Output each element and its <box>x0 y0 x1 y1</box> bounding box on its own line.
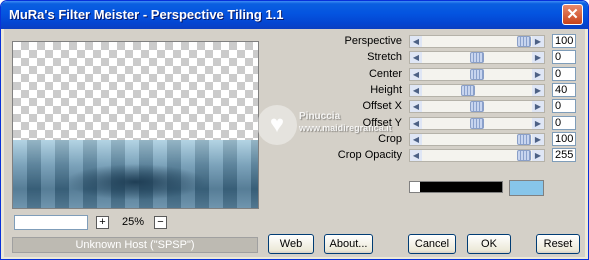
offset-x-slider[interactable]: ◀ ▶ <box>409 100 545 113</box>
crop-label: Crop <box>378 133 402 145</box>
arrow-right-icon[interactable]: ▶ <box>532 85 544 96</box>
arrow-left-icon[interactable]: ◀ <box>410 52 422 63</box>
perspective-tile-floor <box>13 140 258 208</box>
color-swatch-bar[interactable] <box>409 181 503 193</box>
zoom-out-button[interactable]: − <box>154 216 167 229</box>
center-label: Center <box>368 68 402 80</box>
crop-opacity-slider[interactable]: ◀ ▶ <box>409 149 545 162</box>
perspective-slider-thumb[interactable] <box>517 36 531 47</box>
perspective-value-field[interactable]: 100 <box>552 34 576 48</box>
about-button[interactable]: About... <box>324 234 373 254</box>
crop-opacity-label: Crop Opacity <box>337 149 402 161</box>
close-button[interactable]: ✕ <box>562 4 583 25</box>
offset-y-slider-thumb[interactable] <box>470 118 484 129</box>
arrow-right-icon[interactable]: ▶ <box>532 118 544 129</box>
filter-window: MuRa's Filter Meister - Perspective Tili… <box>0 0 589 260</box>
height-slider-thumb[interactable] <box>461 85 475 96</box>
color-swatch[interactable] <box>509 180 544 196</box>
arrow-right-icon[interactable]: ▶ <box>532 101 544 112</box>
zoom-in-button[interactable]: + <box>96 216 109 229</box>
perspective-slider[interactable]: ◀ ▶ <box>409 35 545 48</box>
offset-x-label: Offset X <box>362 100 402 112</box>
color-swatch-small[interactable] <box>410 182 420 192</box>
arrow-left-icon[interactable]: ◀ <box>410 150 422 161</box>
offset-x-value-field[interactable]: 0 <box>552 99 576 113</box>
stretch-value-field[interactable]: 0 <box>552 50 576 64</box>
offset-x-slider-thumb[interactable] <box>470 101 484 112</box>
arrow-left-icon[interactable]: ◀ <box>410 69 422 80</box>
arrow-left-icon[interactable]: ◀ <box>410 118 422 129</box>
center-value-field[interactable]: 0 <box>552 67 576 81</box>
arrow-left-icon[interactable]: ◀ <box>410 101 422 112</box>
cancel-button[interactable]: Cancel <box>408 234 456 254</box>
perspective-label: Perspective <box>344 35 402 47</box>
crop-slider-thumb[interactable] <box>517 134 531 145</box>
offset-y-label: Offset Y <box>362 117 402 129</box>
arrow-left-icon[interactable]: ◀ <box>410 36 422 47</box>
offset-y-slider[interactable]: ◀ ▶ <box>409 117 545 130</box>
preview-name-field[interactable] <box>14 215 88 230</box>
center-slider[interactable]: ◀ ▶ <box>409 68 545 81</box>
arrow-left-icon[interactable]: ◀ <box>410 85 422 96</box>
crop-opacity-value-field[interactable]: 255 <box>552 148 576 162</box>
crop-value-field[interactable]: 100 <box>552 132 576 146</box>
transparency-checkerboard <box>13 42 258 140</box>
crop-slider[interactable]: ◀ ▶ <box>409 133 545 146</box>
arrow-right-icon[interactable]: ▶ <box>532 69 544 80</box>
title-bar[interactable]: MuRa's Filter Meister - Perspective Tili… <box>1 1 588 29</box>
height-slider[interactable]: ◀ ▶ <box>409 84 545 97</box>
heart-icon: ♥ <box>257 105 297 145</box>
stretch-label: Stretch <box>367 51 402 63</box>
crop-opacity-slider-thumb[interactable] <box>517 150 531 161</box>
status-bar: Unknown Host ("SPSP") <box>12 237 258 253</box>
stretch-slider[interactable]: ◀ ▶ <box>409 51 545 64</box>
ok-button[interactable]: OK <box>467 234 511 254</box>
preview-panel[interactable] <box>12 41 259 209</box>
dialog-client: ♥ Pinuccia www.maidiregrafica.it Perspec… <box>4 29 585 257</box>
window-title: MuRa's Filter Meister - Perspective Tili… <box>9 7 284 22</box>
close-icon: ✕ <box>566 6 579 23</box>
arrow-right-icon[interactable]: ▶ <box>532 134 544 145</box>
zoom-level: 25% <box>122 216 145 228</box>
reset-button[interactable]: Reset <box>536 234 580 254</box>
center-slider-thumb[interactable] <box>470 69 484 80</box>
arrow-right-icon[interactable]: ▶ <box>532 52 544 63</box>
offset-y-value-field[interactable]: 0 <box>552 116 576 130</box>
arrow-right-icon[interactable]: ▶ <box>532 150 544 161</box>
stretch-slider-thumb[interactable] <box>470 52 484 63</box>
height-label: Height <box>370 84 402 96</box>
arrow-left-icon[interactable]: ◀ <box>410 134 422 145</box>
height-value-field[interactable]: 40 <box>552 83 576 97</box>
arrow-right-icon[interactable]: ▶ <box>532 36 544 47</box>
web-button[interactable]: Web <box>268 234 314 254</box>
